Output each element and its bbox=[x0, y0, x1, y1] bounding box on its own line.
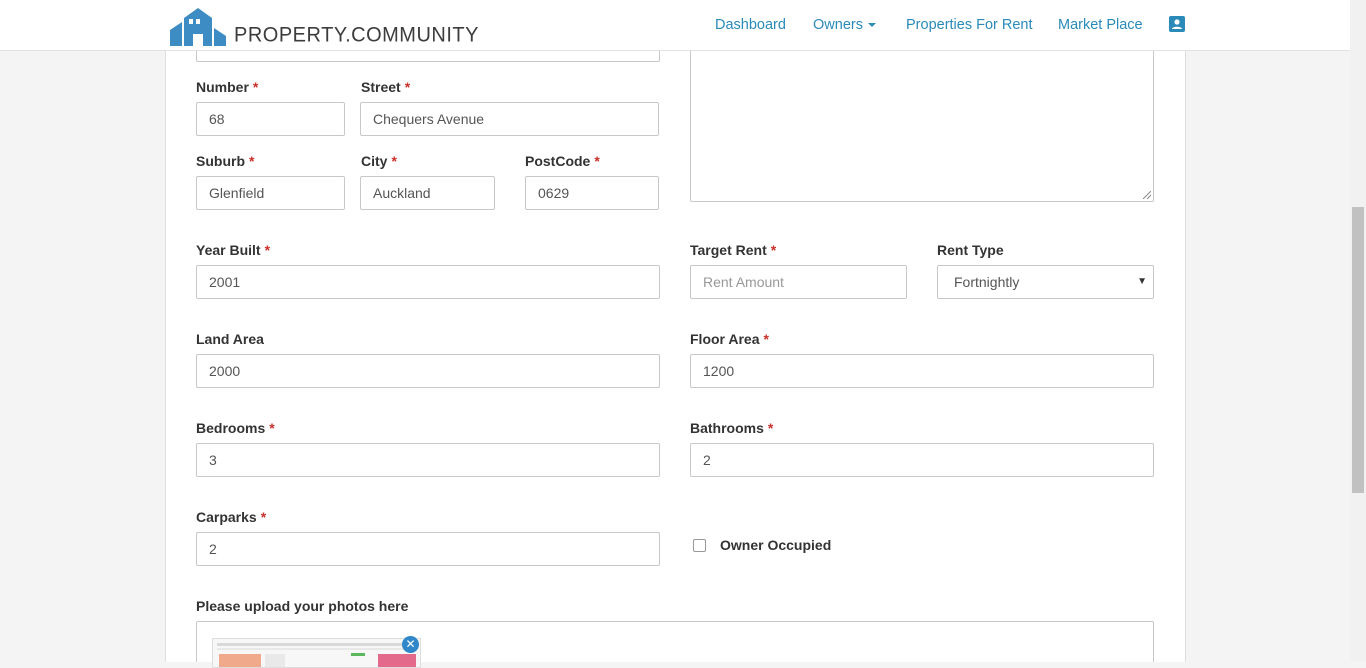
scrollbar-thumb[interactable] bbox=[1352, 207, 1364, 493]
nav-properties-for-rent-link[interactable]: Properties For Rent bbox=[906, 17, 1033, 33]
account-box-icon[interactable] bbox=[1169, 16, 1185, 32]
suburb-input[interactable]: Glenfield bbox=[196, 176, 345, 210]
nav-market-place[interactable]: Market Place bbox=[1058, 0, 1143, 50]
nav-market-place-link[interactable]: Market Place bbox=[1058, 17, 1143, 33]
postcode-label: PostCode * bbox=[525, 153, 600, 169]
caret-down-icon bbox=[867, 23, 876, 27]
number-label: Number * bbox=[196, 79, 259, 95]
floor-area-input[interactable]: 1200 bbox=[690, 354, 1154, 388]
photo-preview-image bbox=[213, 639, 420, 667]
brand-name: PROPERTY.COMMUNITY bbox=[234, 23, 479, 47]
select-arrow-icon: ▼ bbox=[1137, 276, 1147, 287]
target-rent-label: Target Rent * bbox=[690, 242, 777, 258]
description-textarea[interactable] bbox=[690, 38, 1154, 202]
street-label: Street * bbox=[361, 79, 411, 95]
resize-grip-icon[interactable] bbox=[1143, 191, 1151, 199]
year-built-input[interactable]: 2001 bbox=[196, 265, 660, 299]
street-input[interactable]: Chequers Avenue bbox=[360, 102, 659, 136]
carparks-label: Carparks * bbox=[196, 509, 267, 525]
nav-owners-dropdown[interactable]: Owners bbox=[813, 0, 876, 50]
year-built-label: Year Built * bbox=[196, 242, 271, 258]
upload-photos-label: Please upload your photos here bbox=[196, 598, 409, 614]
uploaded-photo-thumbnail[interactable] bbox=[212, 638, 421, 668]
rent-type-selected-value: Fortnightly bbox=[954, 274, 1020, 290]
city-input[interactable]: Auckland bbox=[360, 176, 495, 210]
land-area-label: Land Area bbox=[196, 331, 264, 347]
bathrooms-label: Bathrooms * bbox=[690, 420, 774, 436]
bathrooms-input[interactable]: 2 bbox=[690, 443, 1154, 477]
brand-logo-link[interactable]: PROPERTY.COMMUNITY bbox=[170, 4, 479, 47]
number-input[interactable]: 68 bbox=[196, 102, 345, 136]
floor-area-label: Floor Area * bbox=[690, 331, 769, 347]
bedrooms-input[interactable]: 3 bbox=[196, 443, 660, 477]
nav-dashboard[interactable]: Dashboard bbox=[715, 0, 786, 50]
nav-dashboard-link[interactable]: Dashboard bbox=[715, 17, 786, 33]
remove-photo-icon[interactable]: ✕ bbox=[402, 636, 419, 653]
suburb-label: Suburb * bbox=[196, 153, 255, 169]
land-area-input[interactable]: 2000 bbox=[196, 354, 660, 388]
rent-type-label: Rent Type bbox=[937, 242, 1004, 258]
carparks-input[interactable]: 2 bbox=[196, 532, 660, 566]
house-logo-icon bbox=[170, 8, 226, 46]
bedrooms-label: Bedrooms * bbox=[196, 420, 275, 436]
postcode-input[interactable]: 0629 bbox=[525, 176, 659, 210]
nav-properties-for-rent[interactable]: Properties For Rent bbox=[906, 0, 1033, 50]
owner-occupied-label[interactable]: Owner Occupied bbox=[720, 537, 831, 553]
nav-owners-link[interactable]: Owners bbox=[813, 17, 863, 33]
top-navbar: PROPERTY.COMMUNITY Dashboard Owners Prop… bbox=[0, 0, 1350, 51]
target-rent-input[interactable]: Rent Amount bbox=[690, 265, 907, 299]
owner-occupied-checkbox[interactable] bbox=[693, 539, 706, 552]
city-label: City * bbox=[361, 153, 397, 169]
rent-type-select[interactable]: Fortnightly ▼ bbox=[937, 265, 1154, 299]
